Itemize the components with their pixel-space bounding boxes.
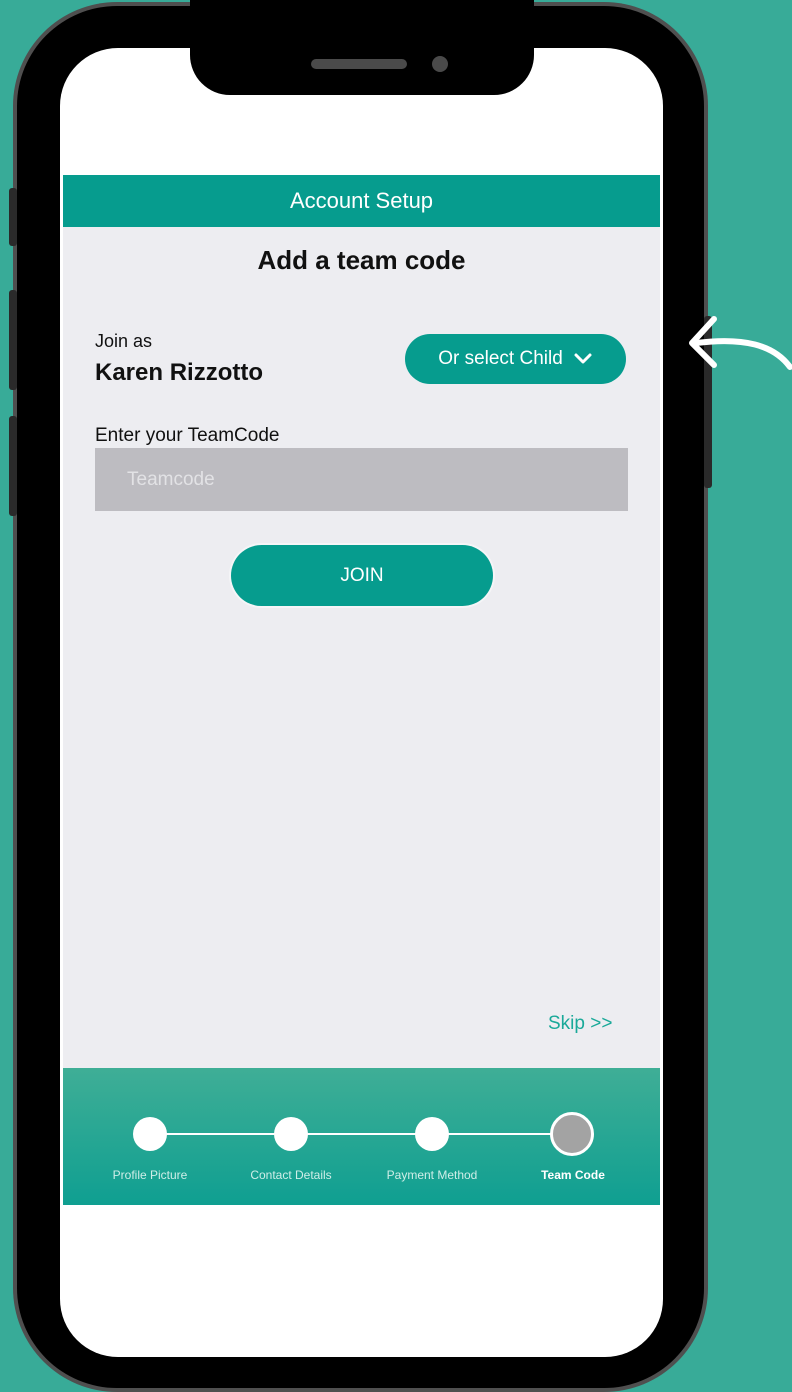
step-dot-payment-method[interactable] <box>415 1117 449 1151</box>
skip-link[interactable]: Skip >> <box>548 1013 612 1035</box>
step-dot-team-code[interactable] <box>550 1112 594 1156</box>
speaker-grille <box>311 59 407 69</box>
curved-arrow-icon <box>689 316 792 370</box>
stepper-line <box>149 1133 569 1135</box>
select-child-label: Or select Child <box>438 348 563 369</box>
select-child-button[interactable]: Or select Child <box>405 334 626 384</box>
step-label-team-code: Team Code <box>541 1168 605 1182</box>
teamcode-input[interactable] <box>95 448 628 511</box>
volume-up-button <box>9 290 17 390</box>
teamcode-label: Enter your TeamCode <box>95 425 280 446</box>
account-setup-screen: Account Setup Add a team code Join as Ka… <box>63 175 660 1205</box>
header-bar: Account Setup <box>63 175 660 227</box>
join-as-label: Join as <box>95 331 153 351</box>
step-label-profile-picture: Profile Picture <box>112 1168 188 1182</box>
step-label-contact-details: Contact Details <box>250 1168 332 1182</box>
step-dot-profile-picture[interactable] <box>133 1117 167 1151</box>
chevron-down-icon <box>574 353 592 364</box>
progress-stepper: Profile Picture Contact Details Payment … <box>63 1068 660 1205</box>
step-label-payment-method: Payment Method <box>386 1168 478 1182</box>
user-name: Karen Rizzotto <box>95 359 263 386</box>
mute-switch <box>9 188 17 246</box>
front-camera <box>432 56 448 72</box>
page-title: Add a team code <box>257 245 466 275</box>
join-button[interactable]: JOIN <box>231 545 493 606</box>
step-dot-contact-details[interactable] <box>274 1117 308 1151</box>
volume-down-button <box>9 416 17 516</box>
phone-notch <box>190 0 534 95</box>
